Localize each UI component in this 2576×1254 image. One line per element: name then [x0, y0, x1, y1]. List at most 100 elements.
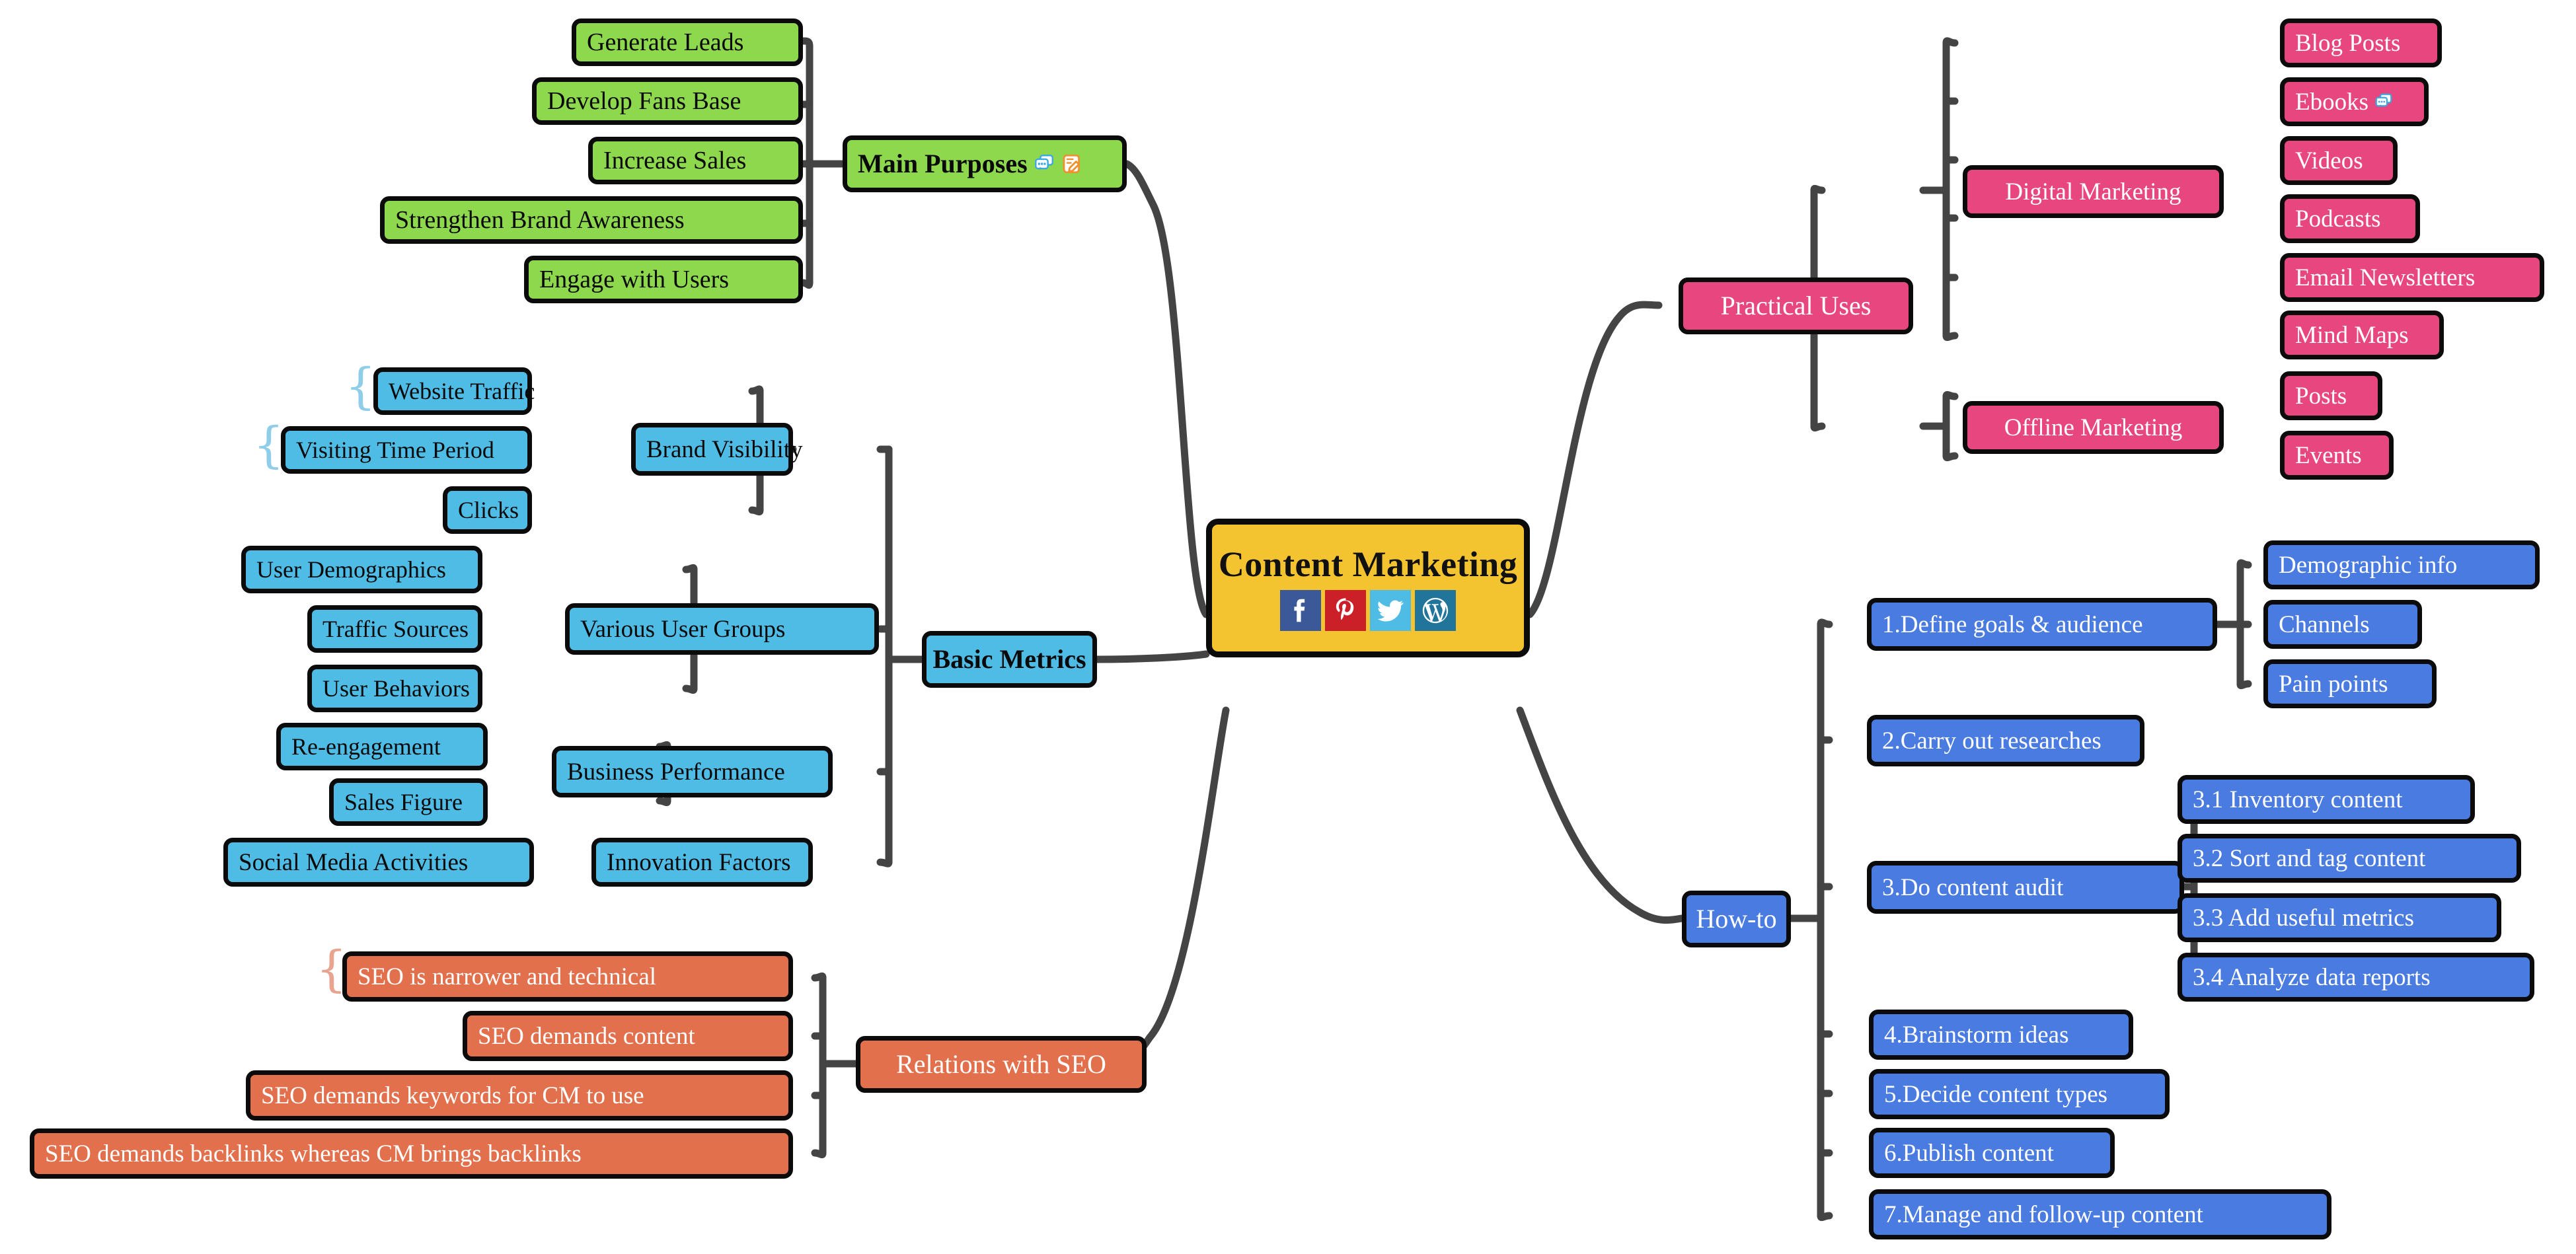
node-label: Strengthen Brand Awareness: [395, 206, 685, 234]
node-label: SEO is narrower and technical: [358, 963, 657, 990]
node-pain-points[interactable]: Pain points: [2263, 659, 2437, 708]
branch-label: Practical Uses: [1720, 291, 1872, 320]
node-step-7[interactable]: 7.Manage and follow-up content: [1869, 1189, 2331, 1239]
center-node[interactable]: Content Marketing: [1206, 519, 1530, 657]
node-email-newsletters[interactable]: Email Newsletters: [2280, 253, 2544, 302]
node-step-4[interactable]: 4.Brainstorm ideas: [1869, 1010, 2133, 1060]
node-user-behaviors[interactable]: User Behaviors: [307, 665, 482, 712]
comment-bubble-icon: [1033, 153, 1055, 175]
branch-relations-with-seo[interactable]: Relations with SEO: [856, 1036, 1147, 1093]
node-user-demographics[interactable]: User Demographics: [241, 546, 482, 593]
node-clicks[interactable]: Clicks: [443, 486, 532, 534]
pinterest-icon[interactable]: [1325, 590, 1366, 631]
node-label: SEO demands content: [478, 1022, 695, 1050]
branch-practical-uses[interactable]: Practical Uses: [1679, 277, 1913, 334]
branch-how-to[interactable]: How-to: [1682, 891, 1791, 947]
node-label: Various User Groups: [580, 615, 786, 643]
node-seo-demands-backlinks[interactable]: SEO demands backlinks whereas CM brings …: [30, 1128, 793, 1179]
note-pencil-icon: [1061, 153, 1083, 175]
node-generate-leads[interactable]: Generate Leads: [572, 18, 803, 66]
node-step-1[interactable]: 1.Define goals & audience: [1867, 598, 2217, 651]
node-business-performance[interactable]: Business Performance: [552, 746, 833, 797]
node-various-user-groups[interactable]: Various User Groups: [565, 603, 879, 655]
node-label: Channels: [2279, 610, 2370, 638]
branch-basic-metrics[interactable]: Basic Metrics: [922, 631, 1097, 688]
social-icon-row: [1280, 590, 1456, 631]
node-label: User Behaviors: [322, 675, 470, 702]
node-step-3[interactable]: 3.Do content audit: [1867, 861, 2184, 914]
comment-bubble-icon: [2374, 92, 2394, 112]
node-seo-demands-keywords[interactable]: SEO demands keywords for CM to use: [246, 1070, 793, 1121]
node-label: 3.1 Inventory content: [2193, 786, 2403, 813]
node-demographic-info[interactable]: Demographic info: [2263, 540, 2540, 589]
node-mind-maps[interactable]: Mind Maps: [2280, 311, 2444, 359]
node-visiting-time-period[interactable]: Visiting Time Period: [281, 426, 532, 474]
node-channels[interactable]: Channels: [2263, 600, 2422, 649]
branch-main-purposes[interactable]: Main Purposes: [843, 135, 1127, 192]
node-step-3-4[interactable]: 3.4 Analyze data reports: [2178, 953, 2534, 1002]
node-label: Sales Figure: [344, 789, 463, 815]
node-seo-demands-content[interactable]: SEO demands content: [463, 1011, 793, 1061]
node-label: 3.Do content audit: [1882, 873, 2064, 901]
node-label: Digital Marketing: [2005, 178, 2181, 205]
node-posts[interactable]: Posts: [2280, 371, 2382, 420]
node-label: Develop Fans Base: [547, 87, 741, 115]
node-ebooks[interactable]: Ebooks: [2280, 77, 2429, 126]
facebook-icon[interactable]: [1280, 590, 1321, 631]
node-label: Re-engagement: [291, 733, 441, 760]
node-label: Videos: [2295, 147, 2363, 174]
node-sales-figure[interactable]: Sales Figure: [329, 778, 488, 826]
node-re-engagement[interactable]: Re-engagement: [276, 723, 488, 770]
node-label: Posts: [2295, 382, 2347, 410]
node-podcasts[interactable]: Podcasts: [2280, 194, 2420, 243]
node-step-6[interactable]: 6.Publish content: [1869, 1128, 2115, 1178]
node-label: Clicks: [458, 497, 519, 523]
node-label: 6.Publish content: [1884, 1139, 2054, 1167]
brace-decoration: {: [345, 358, 377, 415]
node-label: 3.3 Add useful metrics: [2193, 904, 2415, 932]
node-label: 1.Define goals & audience: [1882, 610, 2143, 638]
node-label: Events: [2295, 441, 2362, 469]
node-label: Ebooks: [2295, 88, 2368, 116]
node-innovation-factors[interactable]: Innovation Factors: [591, 838, 813, 887]
node-label: 5.Decide content types: [1884, 1080, 2108, 1108]
mindmap-canvas: Content Marketing Main Purposes Generate…: [0, 0, 2576, 1254]
node-label: 4.Brainstorm ideas: [1884, 1021, 2069, 1049]
node-step-2[interactable]: 2.Carry out researches: [1867, 715, 2144, 766]
twitter-icon[interactable]: [1370, 590, 1411, 631]
branch-label: Basic Metrics: [932, 644, 1086, 674]
node-label: Engage with Users: [539, 266, 730, 293]
node-brand-visibility[interactable]: Brand Visibility: [631, 423, 803, 476]
node-label: Email Newsletters: [2295, 264, 2476, 291]
node-label: 3.2 Sort and tag content: [2193, 844, 2426, 872]
node-label: 3.4 Analyze data reports: [2193, 963, 2431, 991]
node-blog-posts[interactable]: Blog Posts: [2280, 18, 2442, 67]
node-offline-marketing[interactable]: Offline Marketing: [1963, 401, 2224, 454]
node-step-3-2[interactable]: 3.2 Sort and tag content: [2178, 834, 2521, 883]
node-digital-marketing[interactable]: Digital Marketing: [1963, 165, 2224, 218]
node-label: Demographic info: [2279, 551, 2458, 579]
node-website-traffic[interactable]: Website Traffic: [373, 367, 535, 415]
wordpress-icon[interactable]: [1415, 590, 1456, 631]
node-label: Generate Leads: [587, 28, 744, 56]
node-engage-with-users[interactable]: Engage with Users: [524, 256, 803, 303]
node-label: Social Media Activities: [239, 848, 469, 876]
node-step-3-1[interactable]: 3.1 Inventory content: [2178, 775, 2475, 824]
node-events[interactable]: Events: [2280, 431, 2394, 480]
node-strengthen-brand-awareness[interactable]: Strengthen Brand Awareness: [380, 196, 803, 244]
node-label: Business Performance: [567, 758, 785, 786]
branch-label: Relations with SEO: [896, 1049, 1106, 1079]
node-videos[interactable]: Videos: [2280, 136, 2398, 185]
node-label: Increase Sales: [603, 147, 747, 174]
node-develop-fans-base[interactable]: Develop Fans Base: [532, 77, 803, 125]
node-seo-is-narrower-and-technical[interactable]: SEO is narrower and technical: [342, 951, 793, 1002]
node-step-5[interactable]: 5.Decide content types: [1869, 1069, 2170, 1119]
node-social-media-activities[interactable]: Social Media Activities: [223, 838, 534, 887]
node-label: Blog Posts: [2295, 29, 2401, 57]
node-traffic-sources[interactable]: Traffic Sources: [307, 605, 482, 653]
node-label: SEO demands backlinks whereas CM brings …: [45, 1140, 582, 1167]
brace-decoration: {: [316, 941, 348, 998]
node-increase-sales[interactable]: Increase Sales: [588, 137, 803, 184]
node-step-3-3[interactable]: 3.3 Add useful metrics: [2178, 893, 2501, 942]
brace-decoration: {: [253, 417, 285, 474]
